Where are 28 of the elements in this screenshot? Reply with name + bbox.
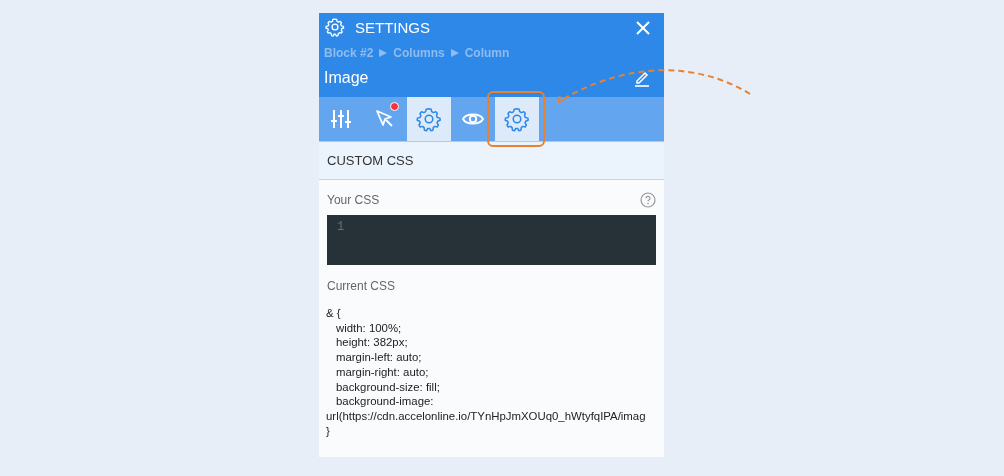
code-line: & { — [326, 306, 341, 321]
code-line: background-image: — [335, 394, 434, 409]
code-line: url(https://cdn.accelonline.io/TYnHpJmXOUq0_hWtyfqIPA/imag — [326, 408, 646, 424]
element-name: Image — [324, 69, 369, 87]
panel-title: SETTINGS — [355, 18, 431, 36]
code-editor[interactable]: 1 — [327, 215, 656, 265]
settings-icon — [325, 17, 345, 37]
breadcrumb-link[interactable]: Block #2 — [324, 46, 374, 60]
tab[interactable] — [407, 97, 451, 141]
tab[interactable] — [495, 97, 539, 141]
field-label: Current CSS — [327, 279, 396, 293]
breadcrumb-link[interactable]: Column — [464, 46, 510, 60]
code-line: width: 100%; — [335, 320, 402, 336]
breadcrumb-link[interactable]: Columns — [393, 46, 445, 60]
code-line: } — [326, 423, 330, 439]
settings-icon — [416, 106, 442, 132]
help-icon[interactable] — [640, 192, 656, 208]
sliders-icon — [329, 107, 353, 131]
triangle-icon — [379, 49, 388, 57]
code-line: margin-right: auto; — [335, 364, 429, 380]
section-title: CUSTOM CSS — [327, 153, 414, 168]
line-number: 1 — [337, 220, 346, 234]
code-line: margin-left: auto; — [335, 350, 422, 365]
field-label: Your CSS — [327, 193, 380, 207]
triangle-icon — [450, 49, 459, 57]
code-line: height: 382px; — [335, 335, 408, 351]
settings-icon — [504, 106, 530, 132]
code-line: background-size: fill; — [335, 379, 440, 395]
